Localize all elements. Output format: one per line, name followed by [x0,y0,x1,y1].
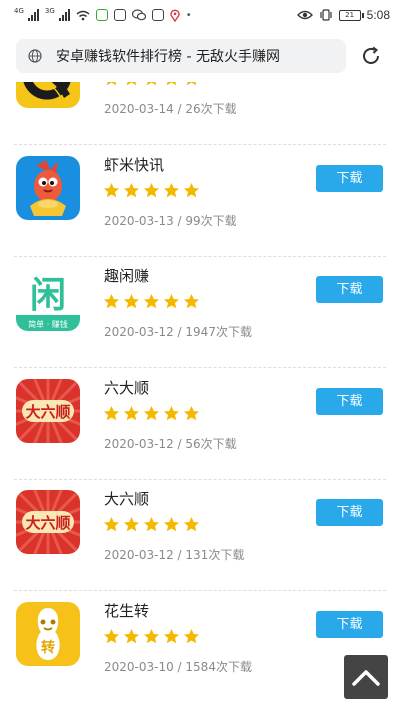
app-list-item[interactable]: 闲简单 · 赚钱 趣闲赚 2020-03-12 / 1947次下载 下载 [0,257,400,368]
app-notification-icon [95,9,108,21]
app-list-item[interactable]: 大六顺 大六顺 2020-03-12 / 131次下载 下载 [0,480,400,591]
signal-strength-icon [58,9,70,21]
star-icon [163,293,180,310]
star-icon [163,628,180,645]
app-meta: 2020-03-12 / 131次下载 [104,548,245,562]
star-icon [143,182,160,199]
app-name[interactable]: 花生转 [104,600,149,621]
signal-strength-icon [27,9,39,21]
app-meta: 2020-03-12 / 56次下载 [104,436,237,451]
icon-text: 大六顺 [25,514,70,532]
back-to-top-button[interactable] [344,655,388,699]
daliushun-badge-icon[interactable]: 大六顺 [16,378,80,443]
refresh-icon[interactable] [360,45,382,67]
star-icon [183,628,200,645]
icon-char: 闲 [30,275,66,316]
app-meta: 2020-03-12 / 1947次下载 [104,325,252,339]
star-icon [123,516,140,533]
star-icon [163,516,180,533]
icon-tag: 简单 · 赚钱 [28,319,68,329]
phone-screen: 4G 3G • 21 5:08 安卓赚钱软件排行榜 - 无敌火手赚网 趣趣赚20… [0,0,400,710]
rating-stars [103,293,200,310]
star-icon [123,628,140,645]
icon-char: 转 [41,639,55,656]
rating-stars [103,628,200,645]
app-name[interactable]: 虾米快讯 [104,154,164,175]
app-meta: 2020-03-13 / 99次下载 [104,213,237,228]
app-list-item[interactable]: 大六顺 六大顺 2020-03-12 / 56次下载 下载 [0,369,400,480]
battery-icon: 21 [338,9,364,21]
rating-stars [103,182,200,199]
app-notification-icon [113,9,126,21]
star-icon [183,405,200,422]
star-icon [103,293,120,310]
star-icon [143,516,160,533]
sim1-label: 4G [14,6,24,15]
sim2-label: 3G [44,6,55,15]
app-list-item[interactable]: 转 花生转 2020-03-10 / 1584次下载 下载 [0,592,400,703]
chevron-up-icon [352,670,380,686]
star-icon [123,405,140,422]
star-icon [183,516,200,533]
star-icon [143,293,160,310]
location-pin-icon [170,9,180,22]
status-bar: 4G 3G • 21 5:08 [0,0,400,30]
app-name[interactable]: 趣闲赚 [104,265,149,286]
more-notifications-icon: • [185,9,192,21]
icon-text: 大六顺 [25,403,70,421]
star-icon [163,182,180,199]
star-icon [103,405,120,422]
download-button[interactable]: 下载 [316,499,383,526]
bottom-edge [0,700,400,710]
star-icon [183,293,200,310]
app-name[interactable]: 大六顺 [104,488,149,509]
download-button[interactable]: 下载 [316,276,383,303]
star-icon [163,405,180,422]
page-title: 安卓赚钱软件排行榜 - 无敌火手赚网 [56,49,280,65]
vibrate-icon [320,9,332,21]
star-icon [143,628,160,645]
app-meta: 2020-03-10 / 1584次下载 [104,659,252,674]
address-bar[interactable]: 安卓赚钱软件排行榜 - 无敌火手赚网 [16,39,346,73]
clock: 5:08 [366,8,390,22]
app-notification-icon [151,9,164,21]
rating-stars [103,516,200,533]
app-list-item[interactable]: 虾米快讯 2020-03-13 / 99次下载 下载 [0,146,400,257]
globe-icon [28,49,42,63]
wifi-icon [76,10,90,20]
app-meta: 2020-03-14 / 26次下载 [104,102,237,116]
star-icon [103,182,120,199]
download-button[interactable]: 下载 [316,387,383,415]
xian-char-icon[interactable]: 闲简单 · 赚钱 [16,267,80,331]
star-icon [123,293,140,310]
star-icon [103,516,120,533]
eye-comfort-icon [296,10,313,20]
star-icon [123,182,140,199]
browser-toolbar: 安卓赚钱软件排行榜 - 无敌火手赚网 [0,30,400,82]
peanut-mascot-icon[interactable]: 转 [16,601,80,666]
star-icon [183,182,200,199]
download-button[interactable]: 下载 [316,164,383,192]
app-name[interactable]: 六大顺 [104,377,149,398]
rating-stars [103,405,200,422]
shrimp-mascot-icon[interactable] [16,155,80,220]
star-icon [103,628,120,645]
download-button[interactable]: 下载 [316,610,383,638]
star-icon [143,405,160,422]
daliushun-badge-icon[interactable]: 大六顺 [16,490,80,554]
wechat-icon [131,9,146,21]
